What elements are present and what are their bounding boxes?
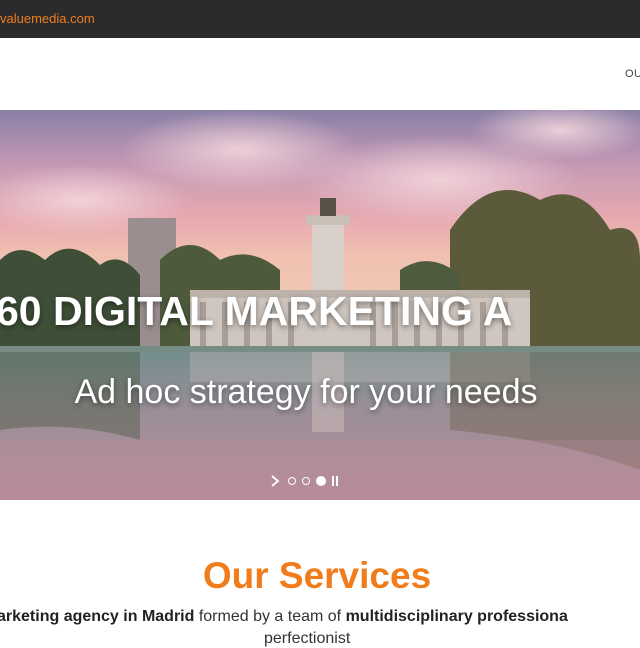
services-intro-line2: perfectionist xyxy=(264,630,351,647)
top-bar: valuemedia.com xyxy=(0,0,640,38)
services-heading: Our Services xyxy=(202,555,432,596)
hero-subtitle: Ad hoc strategy for your needs xyxy=(74,373,538,411)
chevron-right-icon[interactable] xyxy=(270,474,282,488)
pause-icon[interactable] xyxy=(332,476,338,486)
slider-dot-1[interactable] xyxy=(288,477,296,485)
site-header: OU xyxy=(0,38,640,110)
slider-dot-3[interactable] xyxy=(316,476,326,486)
slider-dot-2[interactable] xyxy=(302,477,310,485)
hero-title: 60 DIGITAL MARKETING A xyxy=(0,288,513,334)
slider-controls xyxy=(270,474,338,488)
nav-item-our[interactable]: OU xyxy=(625,68,640,80)
services-intro-text: formed by a team of xyxy=(194,608,346,625)
services-intro-highlight-1: arketing agency in Madrid xyxy=(0,608,195,625)
hero-slider: 60 DIGITAL MARKETING A Ad hoc strategy f… xyxy=(0,110,640,500)
services-intro-highlight-2: multidisciplinary professiona xyxy=(345,608,568,625)
contact-email-link[interactable]: valuemedia.com xyxy=(0,11,95,26)
services-intro: arketing agency in Madrid formed by a te… xyxy=(0,608,640,626)
